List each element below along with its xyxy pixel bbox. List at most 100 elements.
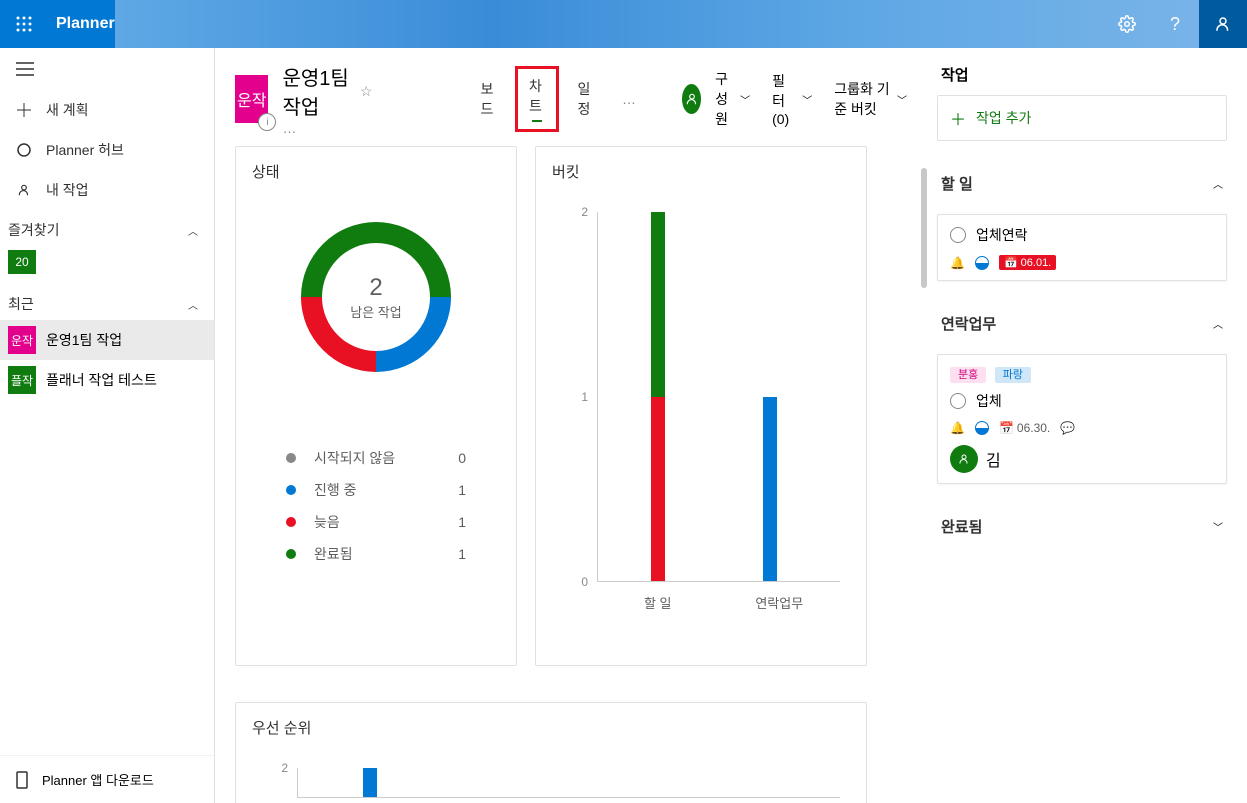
filter-dropdown[interactable]: 필터 (0)﹀ (772, 71, 812, 127)
bar-segment (651, 397, 665, 582)
bucket-bar-chart: 2 1 0 할 일 연락업무 (552, 202, 850, 622)
tab-chart[interactable]: 차트 (515, 66, 559, 132)
app-header: Planner ? (0, 0, 1247, 48)
chevron-down-icon: ﹀ (802, 92, 812, 107)
chevron-down-icon: ﹀ (897, 92, 907, 107)
bell-icon: 🔔 (950, 256, 965, 270)
plan-tile-large[interactable]: 운작 i (235, 75, 268, 123)
chevron-up-icon: ︿ (1213, 176, 1223, 191)
nav-new-plan[interactable]: 새 계획 (0, 90, 214, 130)
chevron-down-icon: ﹀ (740, 92, 750, 107)
section-todo-header[interactable]: 할 일 ︿ (937, 161, 1227, 206)
date-label: 📅 06.30. (999, 421, 1050, 435)
bell-icon: 🔔 (950, 421, 965, 435)
account-icon[interactable] (1199, 0, 1247, 48)
tab-board[interactable]: 보드 (466, 69, 510, 129)
priority-bar-chart: 2 (252, 758, 850, 803)
progress-icon (975, 256, 989, 270)
main-content: 운작 i 운영1팀 작업 ☆ … 보드 차트 일정 (215, 48, 927, 803)
dot-icon (286, 517, 296, 527)
task-name: 업체 (976, 391, 1002, 411)
plus-icon: ＋ (950, 106, 966, 130)
favorites-badge[interactable]: 20 (8, 250, 36, 274)
scrollbar[interactable] (921, 168, 927, 288)
comment-icon: 💬 (1060, 421, 1075, 435)
card-title: 버킷 (552, 161, 850, 182)
settings-icon[interactable] (1103, 0, 1151, 48)
remaining-label: 남은 작업 (350, 302, 401, 321)
recent-plan-item[interactable]: 플작 플래너 작업 테스트 (0, 360, 214, 400)
x-label: 할 일 (597, 593, 719, 612)
dot-icon (286, 485, 296, 495)
nav-hub[interactable]: Planner 허브 (0, 130, 214, 170)
recent-header[interactable]: 최근 ︿ (0, 284, 214, 320)
status-donut-chart: 2 남은 작업 (301, 222, 451, 372)
checkbox-icon[interactable] (950, 393, 966, 409)
nav-label: 내 작업 (46, 180, 89, 200)
dot-icon (286, 549, 296, 559)
y-tick: 1 (581, 390, 588, 404)
star-icon[interactable]: ☆ (360, 83, 373, 100)
dot-icon (286, 453, 296, 463)
member-avatar[interactable] (682, 84, 701, 114)
task-card[interactable]: 분홍 파랑 업체 🔔 📅 06.30. 💬 (937, 354, 1227, 484)
person-icon (16, 183, 32, 197)
y-tick: 2 (581, 205, 588, 219)
plan-header: 운작 i 운영1팀 작업 ☆ … 보드 차트 일정 (215, 48, 927, 146)
plan-label: 운영1팀 작업 (46, 330, 122, 350)
help-icon[interactable]: ? (1151, 0, 1199, 48)
checkbox-icon[interactable] (950, 227, 966, 243)
tag-pink: 분홍 (950, 367, 986, 383)
status-card: 상태 2 남은 작업 시작되지 않음0 진행 중1 늦음1 완료 (235, 146, 517, 666)
calendar-icon: 📅 (1004, 256, 1018, 269)
legend-item: 완료됨1 (286, 538, 466, 570)
download-app-link[interactable]: Planner 앱 다운로드 (0, 755, 214, 803)
phone-icon (16, 771, 28, 789)
sidebar: 새 계획 Planner 허브 내 작업 즐겨찾기 ︿ 20 최근 ︿ 운작 운… (0, 48, 215, 803)
groupby-dropdown[interactable]: 그룹화 기준 버킷﹀ (834, 79, 907, 119)
chevron-up-icon: ︿ (1213, 316, 1223, 331)
bar-segment (763, 397, 777, 582)
download-label: Planner 앱 다운로드 (42, 770, 154, 789)
tab-schedule[interactable]: 일정 (563, 69, 607, 129)
chevron-down-icon: ﹀ (1213, 519, 1223, 534)
circle-icon (16, 143, 32, 157)
hamburger-icon[interactable] (0, 48, 214, 90)
header-background (115, 0, 1247, 48)
x-label: 연락업무 (719, 593, 841, 612)
task-name: 업체연락 (976, 225, 1028, 245)
calendar-icon: 📅 (999, 421, 1014, 435)
progress-icon (975, 421, 989, 435)
app-launcher-icon[interactable] (0, 0, 48, 48)
section-label: 즐겨찾기 (8, 220, 60, 240)
nav-label: 새 계획 (46, 100, 89, 120)
section-done-header[interactable]: 완료됨 ﹀ (937, 504, 1227, 549)
bar-segment (651, 212, 665, 397)
favorites-header[interactable]: 즐겨찾기 ︿ (0, 210, 214, 246)
card-title: 상태 (252, 161, 500, 182)
members-dropdown[interactable]: 구성원﹀ (715, 69, 750, 129)
tag-blue: 파랑 (995, 367, 1031, 383)
status-legend: 시작되지 않음0 진행 중1 늦음1 완료됨1 (286, 442, 466, 570)
tasks-panel: 작업 ＋ 작업 추가 할 일 ︿ 업체연락 🔔 📅 (927, 48, 1247, 803)
plus-icon (16, 103, 32, 117)
bucket-card: 버킷 2 1 0 (535, 146, 867, 666)
section-label: 최근 (8, 294, 34, 314)
legend-item: 늦음1 (286, 506, 466, 538)
app-title[interactable]: Planner (48, 15, 115, 33)
recent-plan-item[interactable]: 운작 운영1팀 작업 (0, 320, 214, 360)
avatar[interactable] (950, 445, 978, 473)
more-icon[interactable]: … (282, 120, 372, 136)
plan-label: 플래너 작업 테스트 (46, 370, 157, 390)
nav-my-tasks[interactable]: 내 작업 (0, 170, 214, 210)
tabs-more-icon[interactable]: … (612, 81, 648, 117)
task-card[interactable]: 업체연락 🔔 📅 06.01. (937, 214, 1227, 281)
info-icon[interactable]: i (258, 113, 276, 131)
date-badge-overdue: 📅 06.01. (999, 255, 1056, 270)
add-task-button[interactable]: ＋ 작업 추가 (937, 95, 1227, 141)
plan-tile: 플작 (8, 366, 36, 394)
card-title: 우선 순위 (252, 717, 850, 738)
chevron-up-icon: ︿ (188, 223, 198, 238)
section-contact-header[interactable]: 연락업무 ︿ (937, 301, 1227, 346)
legend-item: 진행 중1 (286, 474, 466, 506)
